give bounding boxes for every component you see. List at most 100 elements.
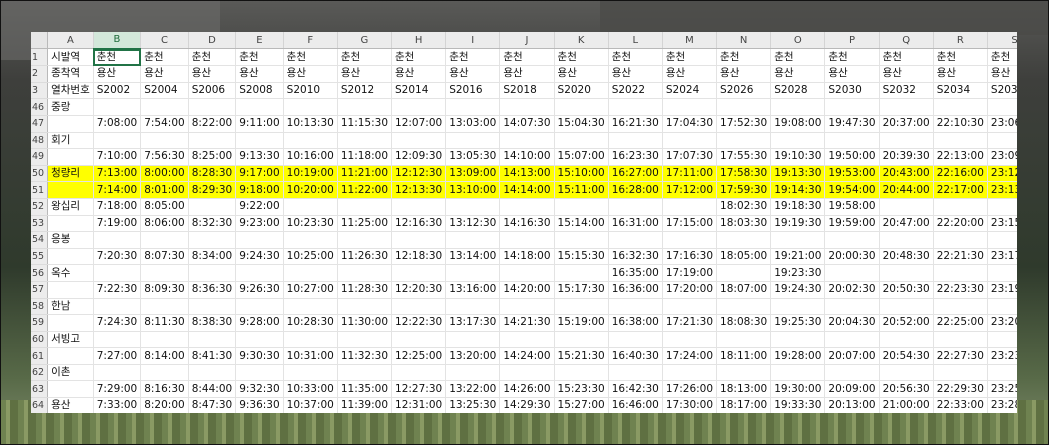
cell-c48[interactable] [140, 132, 189, 150]
cell-s62[interactable] [987, 364, 1017, 382]
cell-i59[interactable]: 13:17:30 [445, 314, 501, 332]
cell-g47[interactable]: 11:15:30 [337, 115, 393, 133]
cell-h61[interactable]: 12:25:00 [391, 347, 447, 365]
cell-q3[interactable]: S2032 [879, 82, 934, 100]
cell-o48[interactable] [770, 132, 826, 150]
cell-k52[interactable] [554, 198, 609, 216]
cell-j46[interactable] [499, 98, 555, 116]
cell-d63[interactable]: 8:44:00 [188, 380, 237, 399]
cell-b55[interactable]: 7:20:30 [93, 248, 142, 266]
cell-o47[interactable]: 19:08:00 [770, 115, 826, 133]
cell-q60[interactable] [879, 331, 934, 349]
cell-o59[interactable]: 19:25:30 [770, 314, 826, 332]
cell-n59[interactable]: 18:08:30 [716, 314, 772, 332]
cell-k1[interactable]: 춘천 [554, 48, 609, 67]
cell-h63[interactable]: 12:27:30 [391, 380, 447, 399]
cell-p54[interactable] [824, 231, 880, 249]
cell-m48[interactable] [662, 132, 718, 150]
cell-c61[interactable]: 8:14:00 [140, 347, 189, 365]
cell-s3[interactable]: S2036 [987, 82, 1017, 100]
cell-a59[interactable] [47, 314, 94, 332]
cell-s54[interactable] [987, 231, 1017, 249]
cell-p3[interactable]: S2030 [824, 82, 880, 100]
column-header-q[interactable]: Q [879, 32, 934, 50]
cell-f3[interactable]: S2010 [283, 82, 338, 100]
cell-g53[interactable]: 11:25:00 [337, 215, 393, 233]
cell-j57[interactable]: 14:20:00 [499, 281, 555, 299]
cell-e63[interactable]: 9:32:30 [235, 380, 284, 399]
cell-c62[interactable] [140, 364, 189, 382]
cell-r64[interactable]: 22:33:00 [933, 397, 988, 413]
cell-k50[interactable]: 15:10:00 [554, 165, 609, 183]
cell-g49[interactable]: 11:18:00 [337, 148, 393, 166]
cell-m56[interactable]: 17:19:00 [662, 264, 718, 282]
cell-f63[interactable]: 10:33:00 [283, 380, 338, 399]
cell-f59[interactable]: 10:28:30 [283, 314, 338, 332]
cell-b54[interactable] [93, 231, 142, 249]
cell-g62[interactable] [337, 364, 393, 382]
cell-k46[interactable] [554, 98, 609, 116]
cell-k3[interactable]: S2020 [554, 82, 609, 100]
cell-e55[interactable]: 9:24:30 [235, 248, 284, 266]
cell-g46[interactable] [337, 98, 393, 116]
cell-j59[interactable]: 14:21:30 [499, 314, 555, 332]
cell-m51[interactable]: 17:12:00 [662, 181, 718, 199]
cell-i52[interactable] [445, 198, 501, 216]
cell-i64[interactable]: 13:25:30 [445, 397, 501, 413]
cell-d62[interactable] [188, 364, 237, 382]
cell-a57[interactable] [47, 281, 94, 299]
cell-k51[interactable]: 15:11:00 [554, 181, 609, 199]
cell-m55[interactable]: 17:16:30 [662, 248, 718, 266]
cell-s63[interactable]: 23:25:00 [987, 380, 1017, 399]
cell-e1[interactable]: 춘천 [235, 48, 284, 67]
cell-k2[interactable]: 용산 [554, 65, 609, 83]
cell-s47[interactable]: 23:06:30 [987, 115, 1017, 133]
cell-q46[interactable] [879, 98, 934, 116]
cell-i47[interactable]: 13:03:00 [445, 115, 501, 133]
cell-d60[interactable] [188, 331, 237, 349]
cell-g48[interactable] [337, 132, 393, 150]
row-header[interactable]: 1 [31, 48, 49, 67]
cell-a2[interactable]: 종착역 [47, 65, 94, 83]
cell-h56[interactable] [391, 264, 447, 282]
cell-f53[interactable]: 10:23:30 [283, 215, 338, 233]
cell-i54[interactable] [445, 231, 501, 249]
cell-p46[interactable] [824, 98, 880, 116]
cell-a58[interactable]: 한남 [47, 298, 94, 316]
cell-g58[interactable] [337, 298, 393, 316]
cell-s49[interactable]: 23:09:00 [987, 148, 1017, 166]
cell-h57[interactable]: 12:20:30 [391, 281, 447, 299]
cell-r3[interactable]: S2034 [933, 82, 988, 100]
cell-h46[interactable] [391, 98, 447, 116]
cell-o53[interactable]: 19:19:30 [770, 215, 826, 233]
cell-k56[interactable] [554, 264, 609, 282]
cell-i2[interactable]: 용산 [445, 65, 501, 83]
cell-j55[interactable]: 14:18:00 [499, 248, 555, 266]
cell-m53[interactable]: 17:15:00 [662, 215, 718, 233]
row-header[interactable]: 47 [31, 115, 49, 133]
cell-j50[interactable]: 14:13:00 [499, 165, 555, 183]
cell-d46[interactable] [188, 98, 237, 116]
cell-c52[interactable]: 8:05:00 [140, 198, 189, 216]
cell-d57[interactable]: 8:36:30 [188, 281, 237, 299]
cell-j64[interactable]: 14:29:30 [499, 397, 555, 413]
cell-e48[interactable] [235, 132, 284, 150]
cell-q49[interactable]: 20:39:30 [879, 148, 934, 166]
cell-e49[interactable]: 9:13:30 [235, 148, 284, 166]
cell-p2[interactable]: 용산 [824, 65, 880, 83]
cell-c2[interactable]: 용산 [140, 65, 189, 83]
column-header-s[interactable]: S [987, 32, 1017, 50]
cell-p48[interactable] [824, 132, 880, 150]
cell-e62[interactable] [235, 364, 284, 382]
cell-q63[interactable]: 20:56:30 [879, 380, 934, 399]
cell-n54[interactable] [716, 231, 772, 249]
cell-a51[interactable] [47, 181, 94, 199]
cell-o63[interactable]: 19:30:00 [770, 380, 826, 399]
cell-l2[interactable]: 용산 [608, 65, 663, 83]
cell-d3[interactable]: S2006 [188, 82, 237, 100]
column-header-e[interactable]: E [235, 32, 284, 50]
cell-l62[interactable] [608, 364, 663, 382]
cell-q52[interactable] [879, 198, 934, 216]
cell-p59[interactable]: 20:04:30 [824, 314, 880, 332]
cell-d47[interactable]: 8:22:00 [188, 115, 237, 133]
